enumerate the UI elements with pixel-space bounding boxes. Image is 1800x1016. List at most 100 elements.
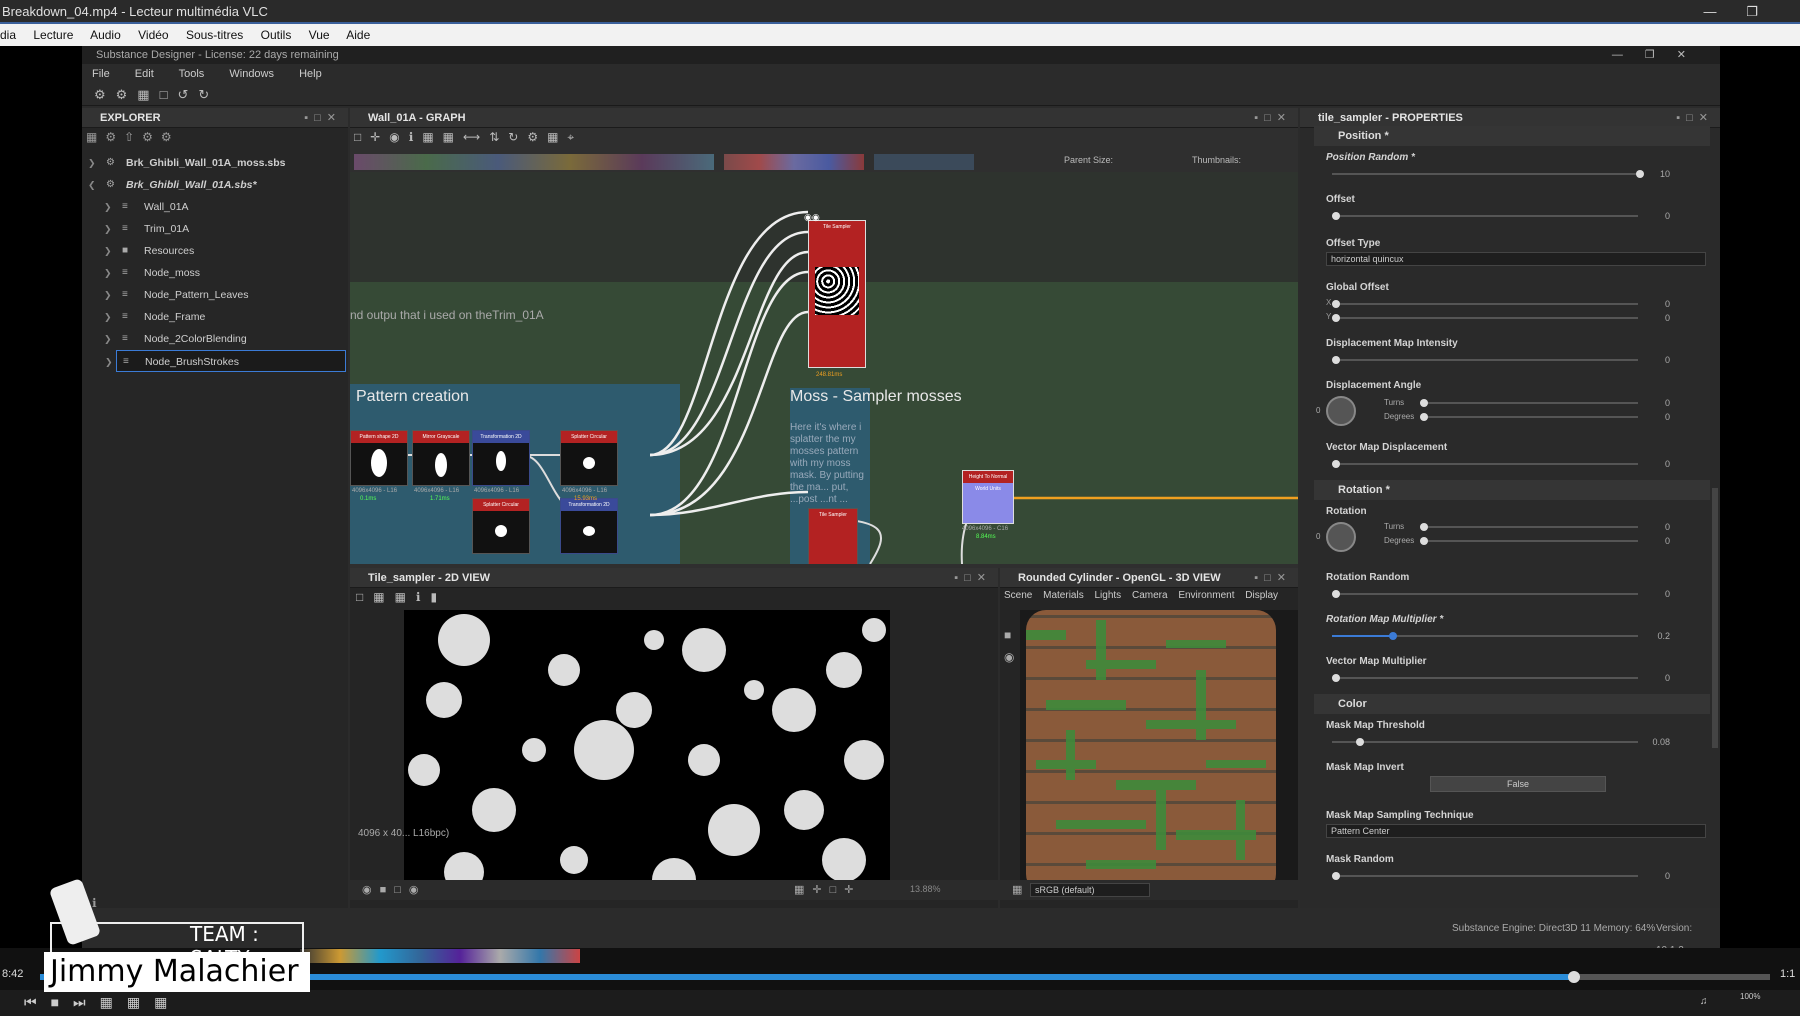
- tree-item-resources[interactable]: ❯ ■ Resources: [82, 240, 348, 262]
- vector-map-mult-value[interactable]: 0: [1665, 673, 1670, 683]
- camera-icon[interactable]: ■: [1004, 628, 1011, 642]
- section-color[interactable]: Color: [1314, 694, 1710, 714]
- channel-icons[interactable]: ◉■□◉: [362, 883, 426, 896]
- menu-audio[interactable]: Audio: [90, 28, 121, 42]
- tab-lights[interactable]: Lights: [1095, 590, 1122, 601]
- chevron-right-icon[interactable]: ❯: [105, 351, 113, 373]
- graph-node[interactable]: Mirror Grayscale: [412, 430, 470, 486]
- global-offset-y-value[interactable]: 0: [1665, 313, 1670, 323]
- slider-knob[interactable]: [1420, 399, 1428, 407]
- chevron-right-icon[interactable]: ❯: [104, 240, 112, 262]
- position-random-value[interactable]: 10: [1660, 169, 1670, 179]
- light-icon[interactable]: ◉: [1004, 650, 1014, 664]
- graph-node[interactable]: Splatter Circular: [560, 430, 618, 486]
- new-package-icon[interactable]: ⚙⚙▦□↺↻: [94, 87, 219, 103]
- tree-item-brushstrokes[interactable]: ❯ ≡ Node_BrushStrokes: [105, 350, 346, 372]
- panel-buttons[interactable]: ▪□✕: [1254, 108, 1292, 128]
- sd-menu-help[interactable]: Help: [299, 68, 322, 80]
- global-offset-x-value[interactable]: 0: [1665, 299, 1670, 309]
- slider-knob[interactable]: [1389, 632, 1397, 640]
- tile-sampler-node-2[interactable]: Tile Sampler: [808, 508, 858, 564]
- filter-nodes-icons[interactable]: [724, 154, 864, 170]
- rotation-dial[interactable]: [1326, 522, 1356, 552]
- explorer-toolbar[interactable]: ▦⚙⇧⚙⚙: [86, 130, 344, 150]
- rotation-random-value[interactable]: 0: [1665, 589, 1670, 599]
- tab-camera[interactable]: Camera: [1132, 590, 1168, 601]
- displacement-intensity-slider[interactable]: [1332, 356, 1638, 364]
- chevron-right-icon[interactable]: ❯: [104, 306, 112, 328]
- minimize-icon[interactable]: —: [1690, 0, 1730, 24]
- properties-scrollbar[interactable]: [1712, 488, 1718, 748]
- vector-displacement-value[interactable]: 0: [1665, 459, 1670, 469]
- tree-item-pattern-leaves[interactable]: ❯ ≡ Node_Pattern_Leaves: [82, 284, 348, 306]
- mask-random-slider[interactable]: [1332, 872, 1638, 880]
- menu-help[interactable]: Aide: [346, 28, 370, 42]
- position-random-slider[interactable]: [1332, 170, 1644, 178]
- sd-menu-windows[interactable]: Windows: [229, 68, 274, 80]
- mask-invert-toggle[interactable]: False: [1430, 776, 1606, 792]
- tree-item-node-frame[interactable]: ❯ ≡ Node_Frame: [82, 306, 348, 328]
- vector-displacement-slider[interactable]: [1332, 460, 1638, 468]
- turns-slider[interactable]: [1420, 399, 1638, 407]
- chevron-right-icon[interactable]: ❯: [104, 328, 112, 350]
- offset-value[interactable]: 0: [1665, 211, 1670, 221]
- displacement-angle-dial[interactable]: [1326, 396, 1356, 426]
- graph-node[interactable]: Pattern shape 2D: [350, 430, 408, 486]
- texture-preview[interactable]: [404, 610, 890, 890]
- sd-menu-edit[interactable]: Edit: [135, 68, 154, 80]
- menu-tools[interactable]: Outils: [261, 28, 292, 42]
- 3d-viewport[interactable]: [1020, 610, 1298, 894]
- chevron-down-icon[interactable]: ❮: [88, 174, 96, 196]
- slider-knob[interactable]: [1636, 170, 1644, 178]
- rotation-map-mult-slider[interactable]: [1332, 632, 1638, 640]
- chevron-right-icon[interactable]: ❯: [104, 196, 112, 218]
- slider-knob[interactable]: [1332, 300, 1340, 308]
- taskbar-app-icons[interactable]: [300, 949, 580, 963]
- rotation-turns-slider[interactable]: [1420, 523, 1638, 531]
- seek-handle[interactable]: [1568, 971, 1580, 983]
- tree-item-node-moss[interactable]: ❯ ≡ Node_moss: [82, 262, 348, 284]
- graph-node[interactable]: Transformation 2D: [472, 430, 530, 486]
- colorspace-dropdown[interactable]: sRGB (default): [1030, 883, 1150, 897]
- mask-sampling-dropdown[interactable]: Pattern Center: [1326, 824, 1706, 838]
- sd-menu-file[interactable]: File: [92, 68, 110, 80]
- mask-random-value[interactable]: 0: [1665, 871, 1670, 881]
- slider-knob[interactable]: [1420, 537, 1428, 545]
- degrees-slider[interactable]: [1420, 413, 1638, 421]
- mask-threshold-slider[interactable]: [1332, 738, 1638, 746]
- layers-icon[interactable]: ▦: [1012, 883, 1022, 896]
- rotation-degrees-slider[interactable]: [1420, 537, 1638, 545]
- view-tools-icons[interactable]: ▦✛□✛: [794, 883, 861, 896]
- tile-sampler-node[interactable]: Tile Sampler: [808, 220, 866, 368]
- view-2d-toolbar[interactable]: □▦▦ℹ▮: [356, 590, 447, 604]
- menu-video[interactable]: Vidéo: [138, 28, 168, 42]
- package-item[interactable]: ❯ ⚙ Brk_Ghibli_Wall_01A_moss.sbs: [82, 152, 348, 174]
- panel-buttons[interactable]: ▪□✕: [1676, 108, 1714, 128]
- slider-knob[interactable]: [1420, 523, 1428, 531]
- graph-canvas[interactable]: nd outpu that i used on theTrim_01A Patt…: [350, 172, 1298, 564]
- section-rotation[interactable]: Rotation *: [1314, 480, 1710, 500]
- tree-item-trim[interactable]: ❯ ≡ Trim_01A: [82, 218, 348, 240]
- panel-buttons[interactable]: ▪□✕: [954, 568, 992, 588]
- sd-menu-tools[interactable]: Tools: [179, 68, 205, 80]
- vector-map-mult-slider[interactable]: [1332, 674, 1638, 682]
- panel-buttons[interactable]: ▪□✕: [304, 108, 342, 128]
- offset-type-dropdown[interactable]: horizontal quincux: [1326, 252, 1706, 266]
- menu-subtitles[interactable]: Sous-titres: [186, 28, 243, 42]
- atomic-nodes-icons[interactable]: [354, 154, 714, 170]
- menu-media[interactable]: dia: [0, 28, 16, 42]
- slider-knob[interactable]: [1332, 356, 1340, 364]
- menu-lecture[interactable]: Lecture: [33, 28, 73, 42]
- chevron-right-icon[interactable]: ❯: [104, 218, 112, 240]
- rotation-degrees-value[interactable]: 0: [1665, 536, 1670, 546]
- rotation-random-slider[interactable]: [1332, 590, 1638, 598]
- graph-node[interactable]: Transformation 2D: [560, 498, 618, 554]
- mask-threshold-value[interactable]: 0.08: [1652, 737, 1670, 747]
- chevron-right-icon[interactable]: ❯: [104, 262, 112, 284]
- slider-knob[interactable]: [1332, 314, 1340, 322]
- panel-buttons[interactable]: ▪□✕: [1254, 568, 1292, 588]
- graph-toolbar[interactable]: □✛◉ℹ▦▦⟷⇅↻⚙▦⌖: [354, 130, 1294, 150]
- restore-icon[interactable]: ❐: [1732, 0, 1772, 24]
- graph-node[interactable]: Splatter Circular: [472, 498, 530, 554]
- volume-icon[interactable]: ♫: [1700, 996, 1708, 1007]
